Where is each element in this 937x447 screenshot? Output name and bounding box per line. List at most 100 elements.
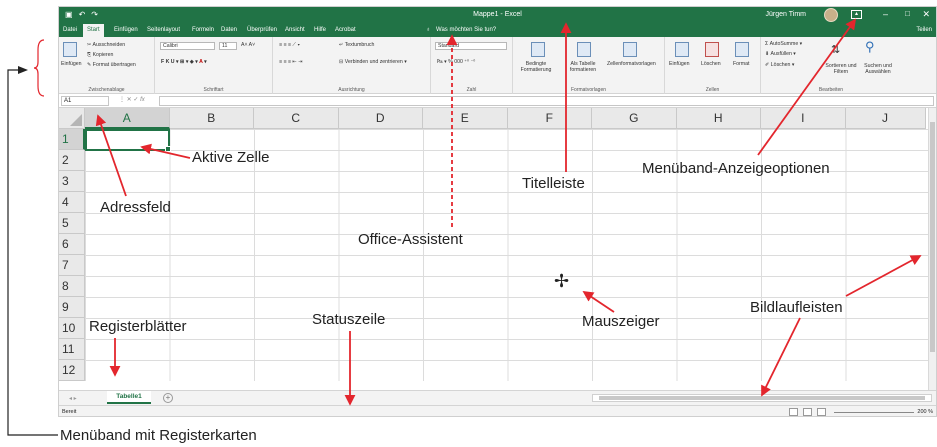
insert-cells-button[interactable]: Einfügen — [669, 61, 689, 67]
bold-italic-underline[interactable]: F K U ▾ ⊞ ▾ ◈ ▾ A ▾ — [161, 59, 207, 65]
tab-ueberpruefen[interactable]: Überprüfen — [247, 27, 277, 33]
cut-button[interactable]: ✂ Ausschneiden — [87, 42, 125, 48]
page-break-view-icon[interactable] — [817, 408, 826, 416]
tab-acrobat[interactable]: Acrobat — [335, 27, 356, 33]
title-bar: ▣ ↶ ↷ Mappe1 - Excel Jürgen Timm ▴ – □ ✕ — [59, 7, 936, 23]
cell-styles-icon[interactable] — [623, 42, 637, 57]
clear-button[interactable]: ✐ Löschen ▾ — [765, 62, 794, 68]
paste-icon[interactable] — [63, 42, 77, 57]
font-color-icon[interactable]: A — [199, 59, 203, 65]
label-title-bar: Titelleiste — [522, 175, 585, 192]
tab-ansicht[interactable]: Ansicht — [285, 27, 305, 33]
sheet-tab-tabelle1[interactable]: Tabelle1 — [107, 391, 151, 404]
insert-cells-icon[interactable] — [675, 42, 689, 57]
format-painter-button[interactable]: ✎ Format übertragen — [87, 62, 136, 68]
tab-start[interactable]: Start — [83, 24, 104, 37]
fill-button[interactable]: ⬇ Ausfüllen ▾ — [765, 51, 796, 57]
number-format-select[interactable]: Standard — [435, 42, 507, 50]
font-name-select[interactable]: Calibri — [160, 42, 215, 50]
zoom-level[interactable]: 200 % — [917, 409, 933, 415]
find-select-button[interactable]: Suchen und Auswählen — [859, 63, 897, 75]
column-header-h[interactable]: H — [676, 108, 761, 129]
row-header-9[interactable]: 9 — [59, 297, 85, 318]
page-layout-view-icon[interactable] — [803, 408, 812, 416]
copy-button[interactable]: ⎘ Kopieren — [87, 52, 113, 59]
excel-window: ▣ ↶ ↷ Mappe1 - Excel Jürgen Timm ▴ – □ ✕… — [58, 6, 937, 417]
sheet-nav-arrows[interactable]: ◂ ▸ — [69, 395, 77, 402]
tab-datei[interactable]: Datei — [63, 27, 77, 33]
merge-center-button[interactable]: ⊟ Verbinden und zentrieren ▾ — [339, 59, 407, 65]
row-header-1[interactable]: 1 — [59, 129, 85, 150]
format-as-table-icon[interactable] — [577, 42, 591, 57]
horizontal-scroll-thumb[interactable] — [599, 396, 925, 400]
vertical-scroll-thumb[interactable] — [930, 122, 935, 352]
row-header-12[interactable]: 12 — [59, 360, 85, 381]
row-header-11[interactable]: 11 — [59, 339, 85, 360]
delete-cells-button[interactable]: Löschen — [701, 61, 721, 67]
format-cells-button[interactable]: Format — [733, 61, 749, 67]
column-header-g[interactable]: G — [592, 108, 677, 129]
autosum-button[interactable]: Σ AutoSumme ▾ — [765, 41, 802, 47]
add-sheet-icon[interactable]: + — [163, 393, 173, 403]
row-header-3[interactable]: 3 — [59, 171, 85, 192]
row-header-10[interactable]: 10 — [59, 318, 85, 339]
normal-view-icon[interactable] — [789, 408, 798, 416]
column-header-d[interactable]: D — [338, 108, 423, 129]
status-bar: Bereit 200 % — [59, 405, 936, 416]
font-size-select[interactable]: 11 — [219, 42, 237, 50]
conditional-format-icon[interactable] — [531, 42, 545, 57]
tab-hilfe[interactable]: Hilfe — [314, 27, 326, 33]
number-format-icons[interactable]: ₧ ▾ % 000 ⁺⁰ ⁻⁰ — [437, 59, 475, 65]
column-header-c[interactable]: C — [254, 108, 339, 129]
select-all-corner[interactable] — [59, 108, 85, 129]
sort-filter-icon[interactable]: ⇅ — [831, 43, 840, 56]
active-cell[interactable] — [85, 129, 171, 152]
align-horizontal-icons[interactable]: ≡ ≡ ≡ ⇤ ⇥ — [279, 59, 303, 65]
conditional-format-button[interactable]: Bedingte Formatierung — [515, 61, 557, 73]
name-box[interactable]: A1 — [61, 96, 109, 106]
tab-formeln[interactable]: Formeln — [192, 27, 214, 33]
paste-button[interactable]: Einfügen — [61, 61, 81, 67]
tell-me-box[interactable]: Was möchten Sie tun? — [436, 27, 496, 33]
tab-einfuegen[interactable]: Einfügen — [114, 27, 138, 33]
align-top-icons[interactable]: ≡ ≡ ≡ ⟋ ▾ — [279, 42, 300, 49]
column-header-f[interactable]: F — [507, 108, 592, 129]
row-header-2[interactable]: 2 — [59, 150, 85, 171]
column-header-j[interactable]: J — [845, 108, 926, 129]
search-icon[interactable]: ⚲ — [865, 39, 875, 55]
delete-cells-icon[interactable] — [705, 42, 719, 57]
row-header-8[interactable]: 8 — [59, 276, 85, 297]
formula-input[interactable] — [159, 96, 934, 106]
maximize-icon[interactable]: □ — [905, 9, 910, 18]
font-size-value: 11 — [222, 43, 228, 49]
cell-styles-button[interactable]: Zellenformatvorlagen — [607, 61, 656, 67]
grow-font-icon[interactable]: A˄ A˅ — [241, 42, 255, 48]
column-header-e[interactable]: E — [423, 108, 508, 129]
sort-filter-button[interactable]: Sortieren und Filtern — [823, 63, 859, 75]
row-header-7[interactable]: 7 — [59, 255, 85, 276]
share-button[interactable]: Teilen — [916, 27, 932, 33]
row-header-6[interactable]: 6 — [59, 234, 85, 255]
horizontal-scrollbar[interactable] — [592, 394, 932, 402]
ribbon-display-options-icon[interactable]: ▴ — [851, 10, 862, 19]
tab-seitenlayout[interactable]: Seitenlayout — [147, 27, 180, 33]
column-header-a[interactable]: A — [85, 108, 170, 129]
wrap-text-button[interactable]: ↵ Textumbruch — [339, 42, 374, 48]
tab-daten[interactable]: Daten — [221, 27, 237, 33]
close-icon[interactable]: ✕ — [922, 9, 930, 20]
user-name[interactable]: Jürgen Timm — [766, 11, 806, 18]
zoom-slider[interactable] — [834, 412, 914, 413]
row-header-4[interactable]: 4 — [59, 192, 85, 213]
group-label: Schriftart — [203, 87, 224, 93]
fx-icon[interactable]: fx — [140, 97, 145, 103]
minimize-icon[interactable]: – — [883, 9, 888, 19]
column-header-i[interactable]: I — [761, 108, 846, 129]
row-header-5[interactable]: 5 — [59, 213, 85, 234]
label-sheet-tabs: Registerblätter — [89, 318, 187, 335]
format-cells-icon[interactable] — [735, 42, 749, 57]
column-header-b[interactable]: B — [169, 108, 254, 129]
sheet-tab-bar: ◂ ▸ Tabelle1 + — [59, 390, 936, 405]
vertical-scrollbar[interactable] — [928, 108, 936, 390]
format-as-table-button[interactable]: Als Tabelle formatieren — [561, 61, 605, 73]
avatar[interactable] — [824, 8, 838, 22]
